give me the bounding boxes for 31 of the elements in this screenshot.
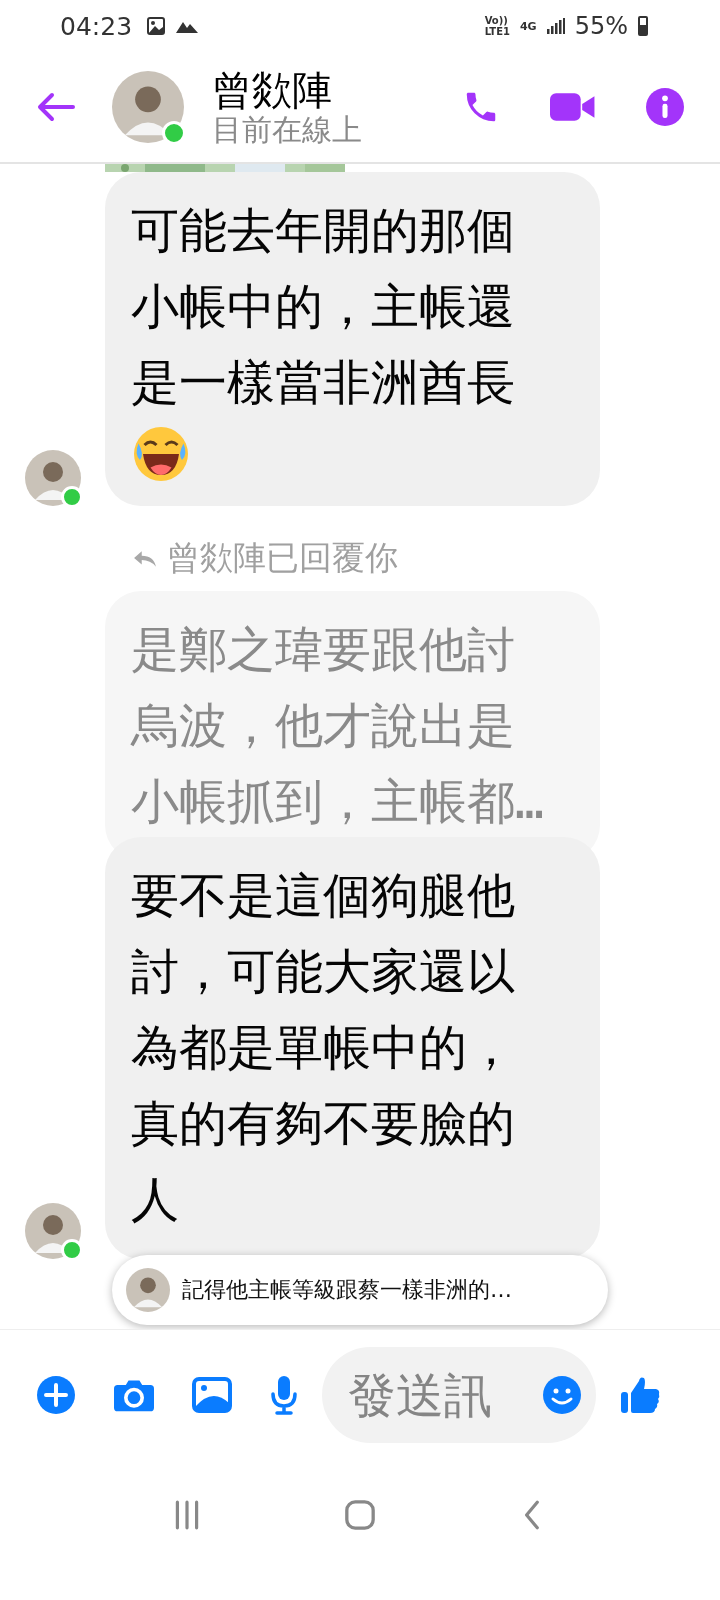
- lte-label: LTE1: [484, 26, 510, 37]
- contact-name: 曾欻陣: [212, 66, 333, 113]
- info-icon[interactable]: [646, 88, 684, 126]
- add-icon[interactable]: [36, 1375, 76, 1415]
- presence-status: 目前在線上: [212, 112, 362, 148]
- volte-label: Vo)): [484, 15, 509, 26]
- reply-label: 曾欻陣已回覆你: [167, 537, 398, 579]
- clock: 04:23: [60, 11, 133, 41]
- avatar: [25, 450, 81, 506]
- gallery-icon: [146, 16, 167, 36]
- battery-icon: [638, 16, 648, 36]
- home-icon[interactable]: [344, 1499, 376, 1531]
- microphone-icon[interactable]: [270, 1375, 298, 1415]
- message-text: 要不是這個狗腿他討，可能大家還以為都是單帳中的，真的有夠不要臉的人: [131, 866, 516, 1229]
- emoji-icon[interactable]: [542, 1375, 582, 1415]
- new-message-popup[interactable]: 記得他主帳等級跟蔡一樣非洲的…: [112, 1255, 608, 1325]
- image-icon[interactable]: [192, 1377, 232, 1413]
- message-input[interactable]: 發送訊: [322, 1347, 596, 1443]
- reply-icon: [133, 549, 157, 568]
- avatar: [126, 1268, 170, 1312]
- thumbs-up-icon[interactable]: [620, 1375, 660, 1415]
- avatar: [112, 71, 184, 143]
- message-text: 是鄭之瑋要跟他討烏波，他才說出是小帳抓到，主帳都…: [131, 620, 545, 831]
- message-text: 可能去年開的那個小帳中的，主帳還是一樣當非洲酋長: [131, 201, 516, 412]
- camera-icon[interactable]: [114, 1377, 154, 1413]
- message-text-input[interactable]: 發送訊: [346, 1366, 542, 1424]
- network-label: 4G: [519, 19, 537, 33]
- back-arrow-icon[interactable]: [36, 92, 76, 122]
- signal-icon: [546, 18, 565, 34]
- battery-percent: 55%: [574, 12, 628, 40]
- video-camera-icon[interactable]: [550, 91, 596, 123]
